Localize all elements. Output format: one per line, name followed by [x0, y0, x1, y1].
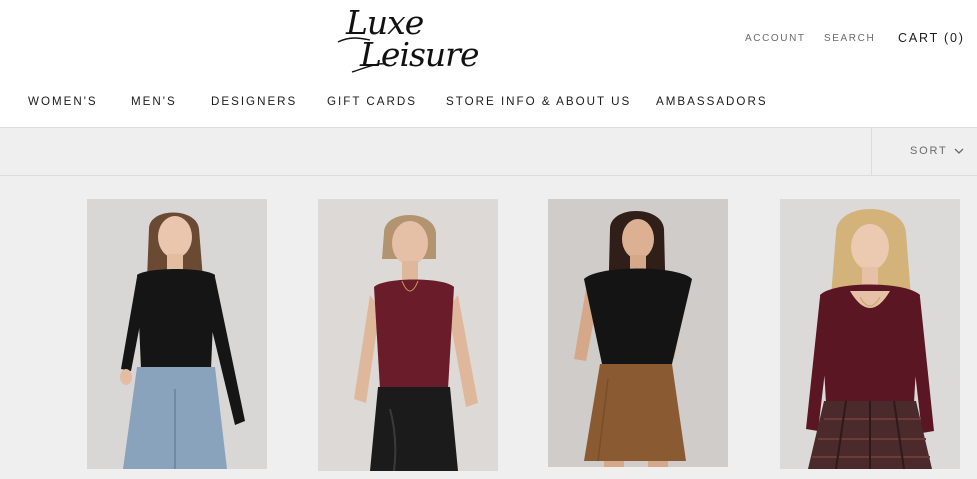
nav-item-ambassadors[interactable]: AMBASSADORS	[656, 95, 768, 108]
main-navigation: WOMEN'S MEN'S DESIGNERS GIFT CARDS STORE…	[0, 95, 977, 113]
product-image	[87, 199, 267, 469]
product-card-2[interactable]	[318, 199, 498, 471]
brand-logo[interactable]: Luxe Leisure	[330, 2, 479, 76]
product-card-1[interactable]	[87, 199, 267, 469]
product-grid	[0, 176, 977, 479]
sort-button[interactable]: SORT	[871, 128, 977, 175]
nav-item-store-info[interactable]: STORE INFO & ABOUT US	[446, 95, 631, 108]
chevron-down-icon	[954, 148, 964, 154]
product-image	[780, 199, 960, 469]
product-image	[318, 199, 498, 471]
site-header: Luxe Leisure ACCOUNT SEARCH CART (0) WOM…	[0, 0, 977, 128]
brand-logo-swash	[337, 37, 391, 73]
account-link[interactable]: ACCOUNT	[745, 33, 806, 44]
nav-item-womens[interactable]: WOMEN'S	[28, 95, 98, 108]
product-card-3[interactable]	[548, 199, 728, 467]
search-link[interactable]: SEARCH	[824, 33, 875, 44]
nav-item-mens[interactable]: MEN'S	[131, 95, 177, 108]
nav-item-gift-cards[interactable]: GIFT CARDS	[327, 95, 417, 108]
nav-item-designers[interactable]: DESIGNERS	[211, 95, 297, 108]
collection-toolbar: SORT	[0, 128, 977, 176]
sort-label: SORT	[910, 145, 948, 157]
product-image	[548, 199, 728, 467]
cart-link[interactable]: CART (0)	[898, 31, 965, 45]
product-card-4[interactable]	[780, 199, 960, 469]
